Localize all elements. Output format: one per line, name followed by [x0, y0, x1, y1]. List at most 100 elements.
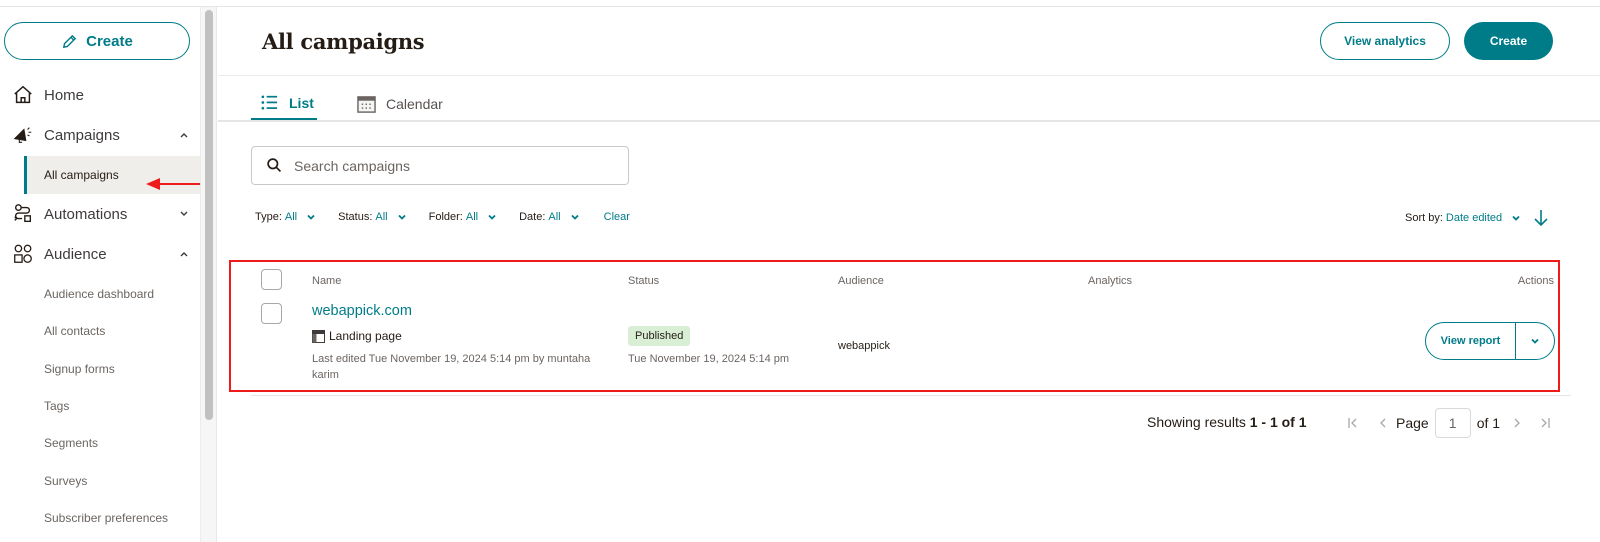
sort-control: Sort by: Date edited: [1405, 209, 1549, 227]
tabs-divider: [218, 120, 1600, 122]
sidebar-item-subscriber-preferences[interactable]: Subscriber preferences: [24, 499, 200, 537]
column-header-status: Status: [628, 275, 660, 287]
sort-direction-arrow-icon[interactable]: [1533, 209, 1549, 227]
sidebar-subitem-label: All campaigns: [44, 168, 119, 182]
pencil-icon: [63, 34, 77, 48]
chevron-up-icon: [180, 252, 188, 257]
actions-dropdown-button[interactable]: [1516, 323, 1554, 359]
chevron-up-icon: [180, 133, 188, 138]
sort-key: Sort by:: [1405, 212, 1443, 224]
page-title: All campaigns: [262, 29, 425, 54]
sidebar-scrollbar-thumb[interactable]: [205, 10, 213, 420]
sidebar-item-segments[interactable]: Segments: [24, 424, 200, 462]
campaigns-table: Name Status Audience Analytics Actions w…: [229, 260, 1560, 392]
filter-date[interactable]: Date: All: [519, 211, 580, 223]
search-icon: [267, 158, 282, 173]
sidebar-item-label: Automations: [44, 205, 128, 223]
tab-calendar[interactable]: Calendar: [357, 87, 443, 121]
first-page-icon: [1348, 418, 1357, 428]
main-content: All campaigns View analytics Create List…: [218, 7, 1600, 542]
tab-label: Calendar: [386, 96, 443, 112]
sidebar-item-tags[interactable]: Tags: [24, 387, 200, 425]
sidebar-item-automations[interactable]: Automations: [0, 196, 200, 232]
select-all-checkbox[interactable]: [261, 269, 282, 290]
sidebar-subitem-label: Subscriber preferences: [44, 511, 169, 525]
last-page-icon: [1541, 418, 1550, 428]
sidebar-item-home[interactable]: Home: [0, 77, 200, 113]
sidebar-subitem-label: Signup forms: [44, 362, 115, 376]
sidebar-create-button[interactable]: Create: [4, 22, 190, 60]
sidebar-subitem-label: Audience dashboard: [44, 287, 155, 301]
landing-page-icon: [312, 329, 325, 343]
sort-value[interactable]: Date edited: [1446, 212, 1502, 224]
search-input[interactable]: [294, 157, 614, 174]
next-page-button[interactable]: [1510, 416, 1524, 430]
tab-list[interactable]: List: [251, 87, 317, 121]
calendar-icon: [357, 95, 376, 113]
filter-key: Folder:: [428, 211, 463, 223]
sidebar-item-campaigns[interactable]: Campaigns: [0, 117, 200, 153]
home-icon: [12, 84, 34, 106]
clear-filters-link[interactable]: Clear: [604, 211, 630, 223]
first-page-button[interactable]: [1346, 416, 1360, 430]
create-button[interactable]: Create: [1464, 22, 1553, 60]
chevron-down-icon[interactable]: [1511, 213, 1521, 223]
sidebar-item-surveys[interactable]: Surveys: [24, 462, 200, 500]
campaign-name-link[interactable]: webappick.com: [312, 303, 412, 319]
last-page-button[interactable]: [1538, 416, 1552, 430]
search-box[interactable]: [251, 146, 629, 185]
chevron-down-icon: [397, 214, 406, 220]
table-bottom-divider: [251, 395, 1571, 396]
campaign-last-edited: Last edited Tue November 19, 2024 5:14 p…: [312, 353, 591, 381]
filter-value: All: [465, 211, 479, 223]
column-header-actions: Actions: [1517, 275, 1554, 287]
page-number-input[interactable]: [1434, 408, 1471, 438]
filter-value: All: [548, 211, 561, 223]
chevron-down-icon: [307, 214, 315, 220]
audience-name: webappick: [838, 340, 890, 352]
row-checkbox[interactable]: [261, 303, 282, 324]
megaphone-icon: [12, 124, 34, 146]
table-header: Name Status Audience Analytics Actions: [231, 262, 1558, 298]
results-range: 1 - 1 of 1: [1249, 414, 1307, 430]
filter-value: All: [375, 211, 388, 223]
column-header-name: Name: [312, 275, 342, 287]
sidebar-item-label: Home: [44, 86, 85, 104]
view-report-button[interactable]: View report: [1426, 323, 1515, 359]
sidebar-item-audience[interactable]: Audience: [0, 236, 200, 272]
chevron-right-icon: [1514, 418, 1520, 428]
filter-folder[interactable]: Folder: All: [429, 211, 497, 223]
view-report-split-button: View report: [1425, 322, 1555, 360]
chevron-left-icon: [1380, 418, 1386, 428]
campaign-type: Landing page: [312, 329, 402, 343]
status-date: Tue November 19, 2024 5:14 pm: [628, 353, 790, 365]
header-divider: [218, 75, 1600, 76]
filter-key: Status:: [338, 211, 373, 223]
sidebar-subitem-label: Segments: [44, 436, 99, 450]
results-prefix: Showing results: [1147, 414, 1246, 430]
filter-bar: Type: All Status: All Folder: All Date: …: [255, 209, 630, 225]
audience-icon: [12, 243, 34, 265]
sidebar-item-signup-forms[interactable]: Signup forms: [24, 350, 200, 388]
sidebar-item-label: Campaigns: [44, 126, 120, 144]
sidebar-item-label: Audience: [44, 245, 107, 263]
sidebar-item-all-contacts[interactable]: All contacts: [24, 312, 200, 350]
column-header-analytics: Analytics: [1088, 275, 1133, 287]
sidebar-scrollbar[interactable]: [200, 7, 217, 542]
sidebar-item-audience-dashboard[interactable]: Audience dashboard: [24, 275, 200, 313]
sidebar: Create Home Campaigns All campaigns Auto…: [0, 7, 204, 542]
filter-type[interactable]: Type: All: [255, 211, 316, 223]
annotation-arrow-icon: [146, 178, 204, 190]
filter-value: All: [284, 211, 298, 223]
view-analytics-button[interactable]: View analytics: [1320, 22, 1450, 60]
results-summary: Showing results 1 - 1 of 1: [1147, 414, 1307, 430]
campaign-type-label: Landing page: [329, 329, 402, 343]
page-label: Page: [1396, 415, 1429, 431]
sidebar-subitem-label: Tags: [44, 399, 70, 413]
previous-page-button[interactable]: [1376, 416, 1390, 430]
filter-status[interactable]: Status: All: [338, 211, 406, 223]
filter-key: Date:: [519, 211, 546, 223]
table-row: webappick.com Landing page Last edited T…: [231, 298, 1558, 390]
tab-label: List: [289, 94, 314, 111]
sidebar-create-label: Create: [86, 32, 133, 50]
